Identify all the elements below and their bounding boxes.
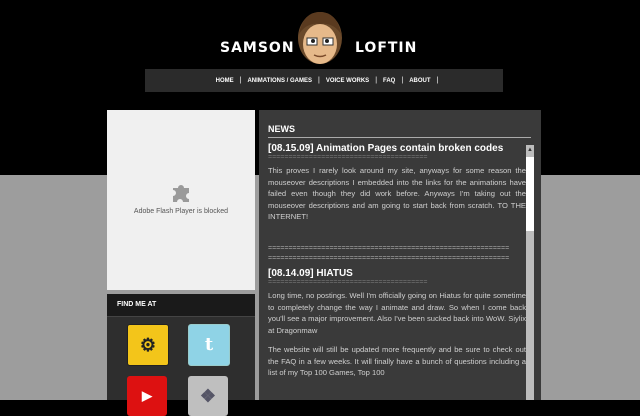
youtube-icon[interactable]: ▶ [127, 376, 167, 416]
flash-blocked-message: Adobe Flash Player is blocked [133, 208, 229, 215]
news-heading: NEWS [268, 124, 295, 134]
news-scrollbar[interactable]: ▲ [526, 145, 534, 400]
post-divider: ========================================… [268, 245, 510, 252]
post-rule: ======================================= [268, 154, 428, 161]
post-body: The website will still be updated more f… [268, 345, 526, 377]
scrollbar-thumb[interactable] [526, 157, 534, 231]
scroll-up-icon[interactable]: ▲ [526, 145, 534, 155]
avatar [298, 12, 342, 64]
post-body: This proves I rarely look around my site… [268, 166, 526, 221]
deviantart-icon[interactable]: ❖ [188, 376, 228, 416]
news-post: [08.15.09] Animation Pages contain broke… [268, 143, 526, 223]
logo-text-left: SAMSON [220, 40, 295, 56]
news-heading-rule [268, 137, 531, 138]
nav-faq[interactable]: FAQ [377, 78, 401, 84]
nav-separator: | [436, 77, 439, 84]
nav-animations-games[interactable]: ANIMATIONS / GAMES [241, 78, 318, 84]
puzzle-piece-icon [173, 185, 189, 202]
nav-home[interactable]: HOME [210, 78, 240, 84]
post-title: [08.14.09] HIATUS [268, 268, 353, 279]
nav-voice-works[interactable]: VOICE WORKS [320, 78, 375, 84]
flash-placeholder[interactable]: Adobe Flash Player is blocked [107, 110, 255, 290]
news-panel: NEWS [08.15.09] Animation Pages contain … [259, 110, 541, 400]
nav-about[interactable]: ABOUT [403, 78, 436, 84]
find-me-panel: FIND ME AT ⚙ t ▶ ❖ [107, 294, 255, 416]
post-rule: ======================================= [268, 279, 428, 286]
find-me-heading: FIND ME AT [107, 294, 255, 317]
post-title: [08.15.09] Animation Pages contain broke… [268, 143, 504, 154]
main-nav: HOME | ANIMATIONS / GAMES | VOICE WORKS … [145, 69, 503, 92]
logo-text-right: LOFTIN [355, 40, 418, 56]
news-scroll-area[interactable]: [08.15.09] Animation Pages contain broke… [259, 141, 541, 400]
twitter-icon[interactable]: t [188, 324, 230, 366]
game-icon[interactable]: ⚙ [127, 324, 169, 366]
post-divider: ========================================… [268, 255, 510, 262]
post-body: Long time, no postings. Well I'm officia… [268, 291, 526, 335]
news-post: [08.14.09] HIATUS ======================… [268, 268, 526, 379]
